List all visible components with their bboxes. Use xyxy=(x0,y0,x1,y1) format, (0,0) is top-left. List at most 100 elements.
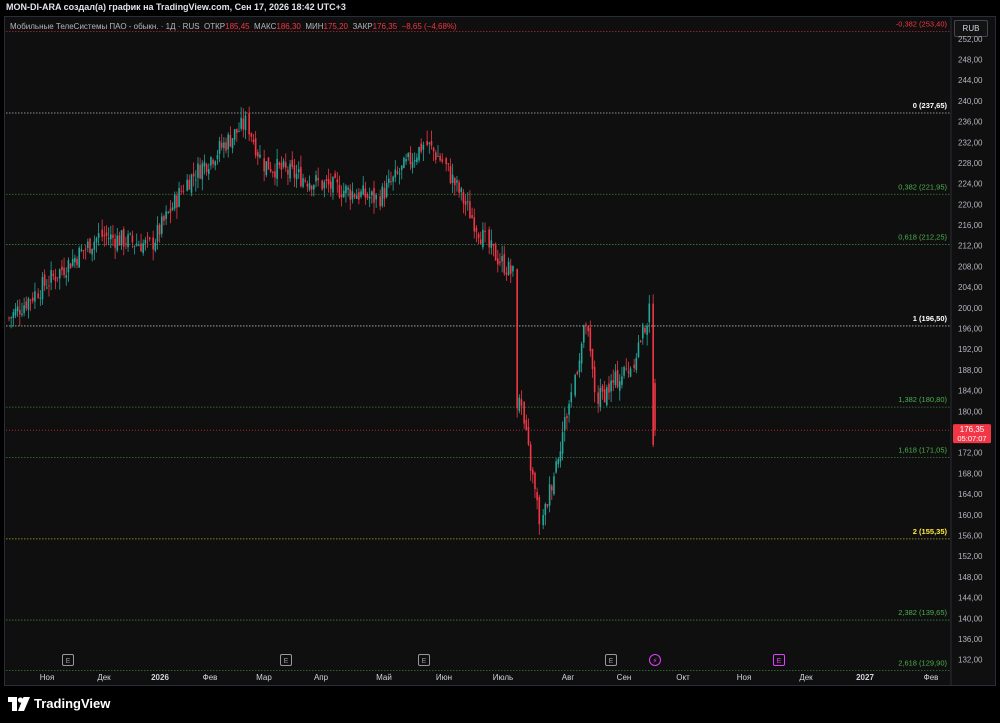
candle-body xyxy=(520,399,523,406)
candle-body xyxy=(89,238,91,254)
candle-body xyxy=(276,159,278,179)
candle-body xyxy=(21,313,23,315)
candle-body xyxy=(464,201,467,205)
y-tick-label: 156,00 xyxy=(958,531,983,540)
candle-body xyxy=(336,179,339,183)
candle-body xyxy=(606,387,608,406)
candle-body xyxy=(118,235,121,246)
candle-body xyxy=(265,161,268,176)
candle-body xyxy=(69,263,72,269)
candle-body xyxy=(27,298,30,310)
candle-body xyxy=(616,369,619,388)
candle-body xyxy=(407,153,410,158)
candle-body xyxy=(284,162,287,168)
candlestick-chart[interactable]: 252,00 248,00 244,00 240,00 236,00 232,00 228,… xyxy=(0,0,1000,723)
candle-body xyxy=(212,159,214,165)
candle-body xyxy=(580,343,583,364)
candle-body xyxy=(186,179,188,191)
candle-body xyxy=(497,258,499,265)
candle-body xyxy=(197,163,199,178)
candle-body xyxy=(627,371,630,373)
candle-body xyxy=(454,178,456,186)
candle-body xyxy=(238,131,240,132)
candle-body xyxy=(353,194,356,198)
candle-body xyxy=(54,276,57,281)
earnings-event-glyph: E xyxy=(422,658,427,665)
candle-body xyxy=(190,174,193,193)
candle-body xyxy=(308,183,311,190)
candle-body xyxy=(131,235,134,243)
candle-body xyxy=(29,299,32,301)
candle-body xyxy=(112,234,114,238)
candle-body xyxy=(244,115,247,131)
candle-body xyxy=(287,169,289,175)
x-tick-label: 2026 xyxy=(151,673,169,682)
candle-body xyxy=(629,368,632,377)
candle-body xyxy=(263,158,265,172)
y-tick-label: 204,00 xyxy=(958,283,983,292)
candle-body xyxy=(267,157,270,170)
candle-body xyxy=(227,134,229,150)
y-tick-label: 208,00 xyxy=(958,262,983,271)
candle-body xyxy=(97,233,100,238)
candle-body xyxy=(398,173,401,175)
candle-body xyxy=(148,237,151,240)
candle-body xyxy=(426,141,428,146)
candle-body xyxy=(67,260,70,273)
candle-body xyxy=(315,175,317,182)
candle-body xyxy=(58,269,61,279)
candle-body xyxy=(432,147,435,152)
x-tick-label: Окт xyxy=(676,673,690,682)
y-tick-label: 200,00 xyxy=(958,304,983,313)
candle-body xyxy=(188,179,191,190)
candle-body xyxy=(39,297,42,299)
candle-body xyxy=(574,374,576,396)
candle-body xyxy=(95,237,98,243)
candle-body xyxy=(87,241,89,249)
candle-body xyxy=(532,469,534,475)
candle-body xyxy=(349,189,352,200)
candle-body xyxy=(76,258,78,265)
candle-body xyxy=(501,256,503,262)
tradingview-wordmark: TradingView xyxy=(34,696,111,711)
candle-body xyxy=(304,180,306,182)
y-tick-label: 140,00 xyxy=(958,614,983,623)
candle-body xyxy=(585,324,587,327)
candle-body xyxy=(138,245,140,247)
candle-body xyxy=(551,486,553,491)
candle-body xyxy=(84,248,87,250)
candle-body xyxy=(388,178,390,184)
candle-body xyxy=(566,416,568,419)
candle-body xyxy=(447,163,450,165)
candle-body xyxy=(110,234,112,240)
candle-body xyxy=(409,152,412,165)
candle-body xyxy=(536,491,538,501)
candle-body xyxy=(180,190,183,192)
candle-body xyxy=(114,238,116,248)
candle-body xyxy=(133,245,136,247)
candle-body xyxy=(544,503,547,516)
candle-body xyxy=(46,287,48,289)
candle-body xyxy=(43,274,46,286)
candle-body xyxy=(56,277,59,279)
candle-body xyxy=(587,326,589,332)
candle-body xyxy=(534,472,536,490)
candle-body xyxy=(274,171,276,178)
candle-body xyxy=(591,348,594,370)
candle-body xyxy=(525,419,528,431)
y-tick-label: 196,00 xyxy=(958,325,983,334)
candle-body xyxy=(142,243,144,254)
fib-level-label: 1,382 (180,80) xyxy=(898,395,947,404)
candle-body xyxy=(469,201,471,219)
candle-body xyxy=(601,386,604,392)
tradingview-logo-icon xyxy=(8,696,30,711)
candle-body xyxy=(390,181,392,183)
candle-body xyxy=(422,144,425,150)
candle-body xyxy=(259,154,261,158)
candle-body xyxy=(503,254,506,274)
candle-body xyxy=(34,291,36,302)
tradingview-logo[interactable]: TradingView xyxy=(8,696,110,711)
candle-body xyxy=(642,324,644,339)
candle-body xyxy=(570,392,573,403)
candle-body xyxy=(449,166,452,183)
